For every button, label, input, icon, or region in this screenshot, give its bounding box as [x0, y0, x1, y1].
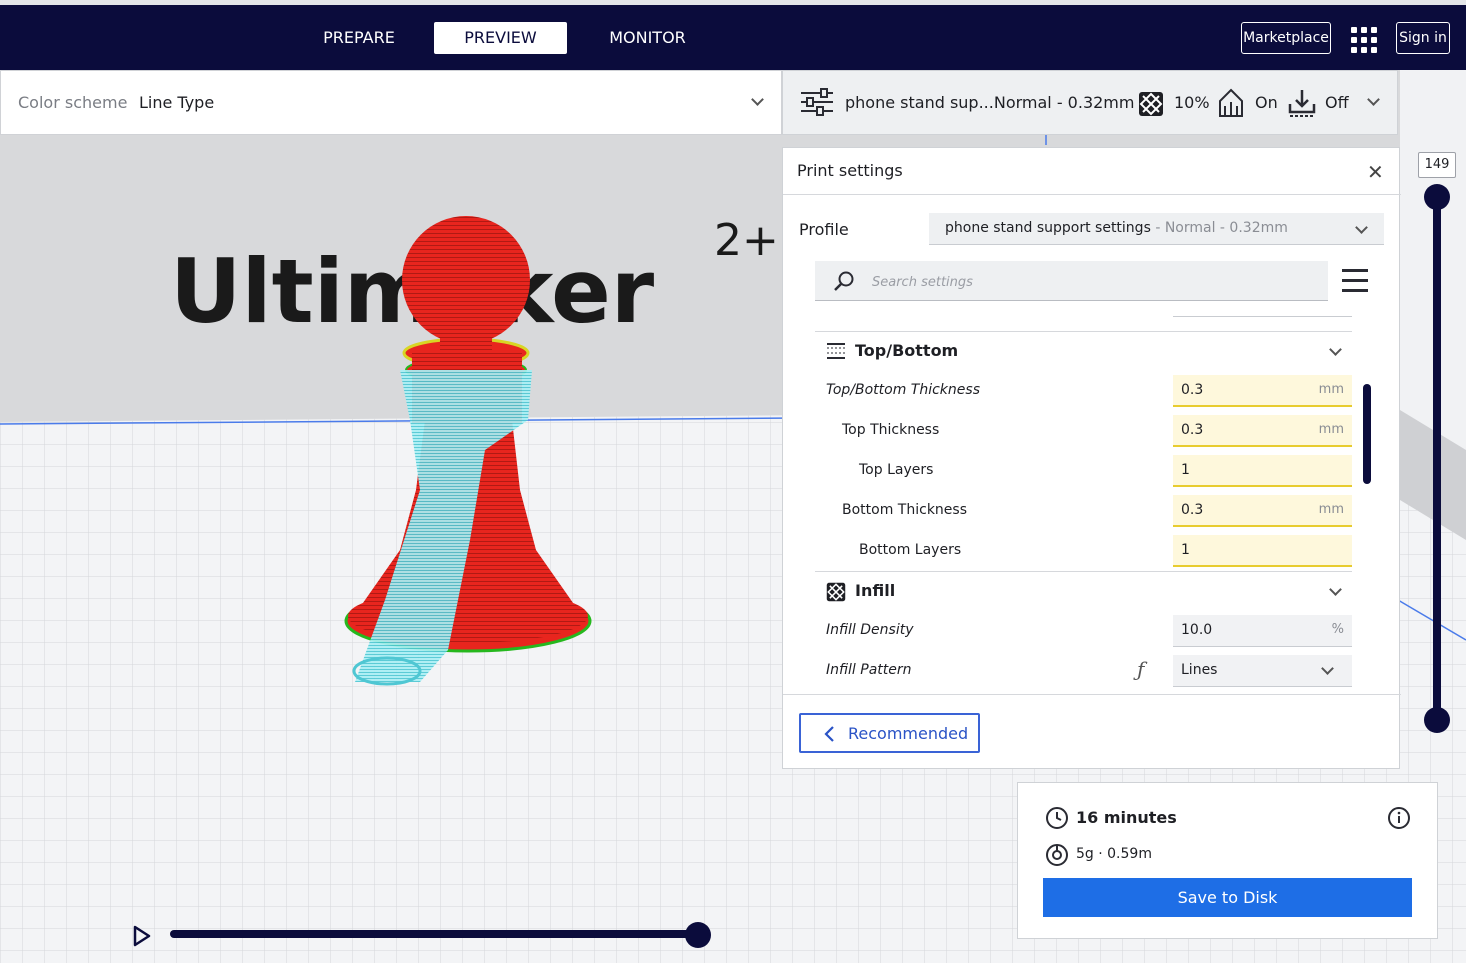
panel-title: Print settings	[797, 161, 903, 180]
adhesion-value: Off	[1325, 93, 1349, 112]
print-settings-panel: Print settings ✕ Profile phone stand sup…	[782, 147, 1401, 769]
profile-label: Profile	[799, 220, 849, 239]
bottom-thickness-field[interactable]: 0.3 mm	[1173, 495, 1352, 527]
adhesion-icon	[1288, 90, 1316, 117]
info-icon[interactable]	[1387, 806, 1411, 830]
category-top-bottom[interactable]: Top/Bottom	[855, 341, 958, 360]
simulation-slider-handle[interactable]	[685, 922, 711, 948]
material-usage: 5g · 0.59m	[1076, 846, 1152, 862]
top-bottom-thickness-field[interactable]: 0.3 mm	[1173, 375, 1352, 407]
layer-slider-top-handle[interactable]	[1424, 184, 1450, 210]
chevron-down-icon[interactable]	[1329, 343, 1342, 356]
infill-icon	[1139, 92, 1163, 116]
bottom-layers-field[interactable]: 1	[1173, 535, 1352, 567]
support-icon	[1219, 88, 1243, 117]
model-head	[402, 216, 530, 344]
color-scheme-bar[interactable]: Color scheme Line Type	[0, 70, 782, 135]
setting-label: Top/Bottom Thickness	[826, 382, 980, 398]
marketplace-button[interactable]: Marketplace	[1241, 22, 1331, 54]
layer-slider-bottom-handle[interactable]	[1424, 707, 1450, 733]
recommended-button[interactable]: Recommended	[799, 713, 980, 753]
brand-logo-suffix: 2+	[714, 215, 779, 266]
top-thickness-field[interactable]: 0.3 mm	[1173, 415, 1352, 447]
search-icon	[834, 271, 854, 291]
search-settings-input[interactable]: Search settings	[815, 261, 1328, 301]
tab-monitor[interactable]: MONITOR	[590, 22, 705, 54]
setting-label: Bottom Layers	[859, 542, 962, 558]
chevron-down-icon[interactable]	[1329, 583, 1342, 596]
tab-preview[interactable]: PREVIEW	[434, 22, 567, 54]
chevron-down-icon[interactable]	[1367, 93, 1380, 106]
search-placeholder: Search settings	[872, 275, 973, 290]
chevron-down-icon[interactable]	[751, 93, 764, 106]
layer-slider-track[interactable]	[1433, 195, 1441, 723]
apps-grid-icon[interactable]	[1351, 27, 1377, 53]
chevron-down-icon	[1321, 662, 1334, 675]
category-infill[interactable]: Infill	[855, 581, 895, 600]
infill-pattern-select[interactable]: Lines	[1173, 655, 1352, 687]
setting-label: Infill Pattern	[826, 662, 912, 678]
top-bar: PREPARE PREVIEW MONITOR Marketplace Sign…	[0, 5, 1466, 70]
chevron-down-icon	[1355, 221, 1368, 234]
tab-prepare[interactable]: PREPARE	[304, 22, 414, 54]
color-scheme-value: Line Type	[139, 93, 215, 112]
infill-value: 10%	[1174, 93, 1210, 112]
print-time: 16 minutes	[1076, 808, 1177, 827]
setting-label: Infill Density	[826, 622, 914, 638]
support-value: On	[1255, 93, 1278, 112]
chevron-left-icon	[824, 726, 834, 742]
print-settings-bar[interactable]: phone stand sup...Normal - 0.32mm 10% On…	[782, 70, 1398, 135]
sign-in-button[interactable]: Sign in	[1396, 22, 1450, 54]
color-scheme-label: Color scheme	[18, 93, 128, 112]
settings-scrollbar[interactable]	[1363, 384, 1371, 484]
profile-select-value: phone stand support settings - Normal - …	[945, 220, 1288, 236]
profile-select[interactable]: phone stand support settings - Normal - …	[929, 213, 1384, 245]
close-icon[interactable]: ✕	[1367, 160, 1384, 184]
simulation-slider-track[interactable]	[170, 930, 700, 938]
profile-summary: phone stand sup...Normal - 0.32mm	[845, 93, 1135, 112]
setting-label: Bottom Thickness	[842, 502, 967, 518]
infill-icon	[826, 582, 846, 602]
clock-icon	[1046, 807, 1068, 829]
top-layers-field[interactable]: 1	[1173, 455, 1352, 487]
setting-label: Top Layers	[859, 462, 934, 478]
settings-menu-icon[interactable]	[1342, 269, 1368, 293]
top-bottom-icon	[827, 343, 845, 359]
setting-label: Top Thickness	[842, 422, 940, 438]
sliders-icon	[801, 88, 833, 116]
infill-density-field[interactable]: 10.0%	[1173, 615, 1352, 647]
function-icon[interactable]: ƒ	[1137, 657, 1144, 681]
play-icon[interactable]	[132, 925, 152, 947]
print-summary-panel: 16 minutes 5g · 0.59m Save to Disk	[1017, 782, 1438, 939]
current-layer-badge: 149	[1418, 152, 1456, 178]
spool-icon	[1046, 844, 1068, 866]
save-to-disk-button[interactable]: Save to Disk	[1043, 878, 1412, 917]
